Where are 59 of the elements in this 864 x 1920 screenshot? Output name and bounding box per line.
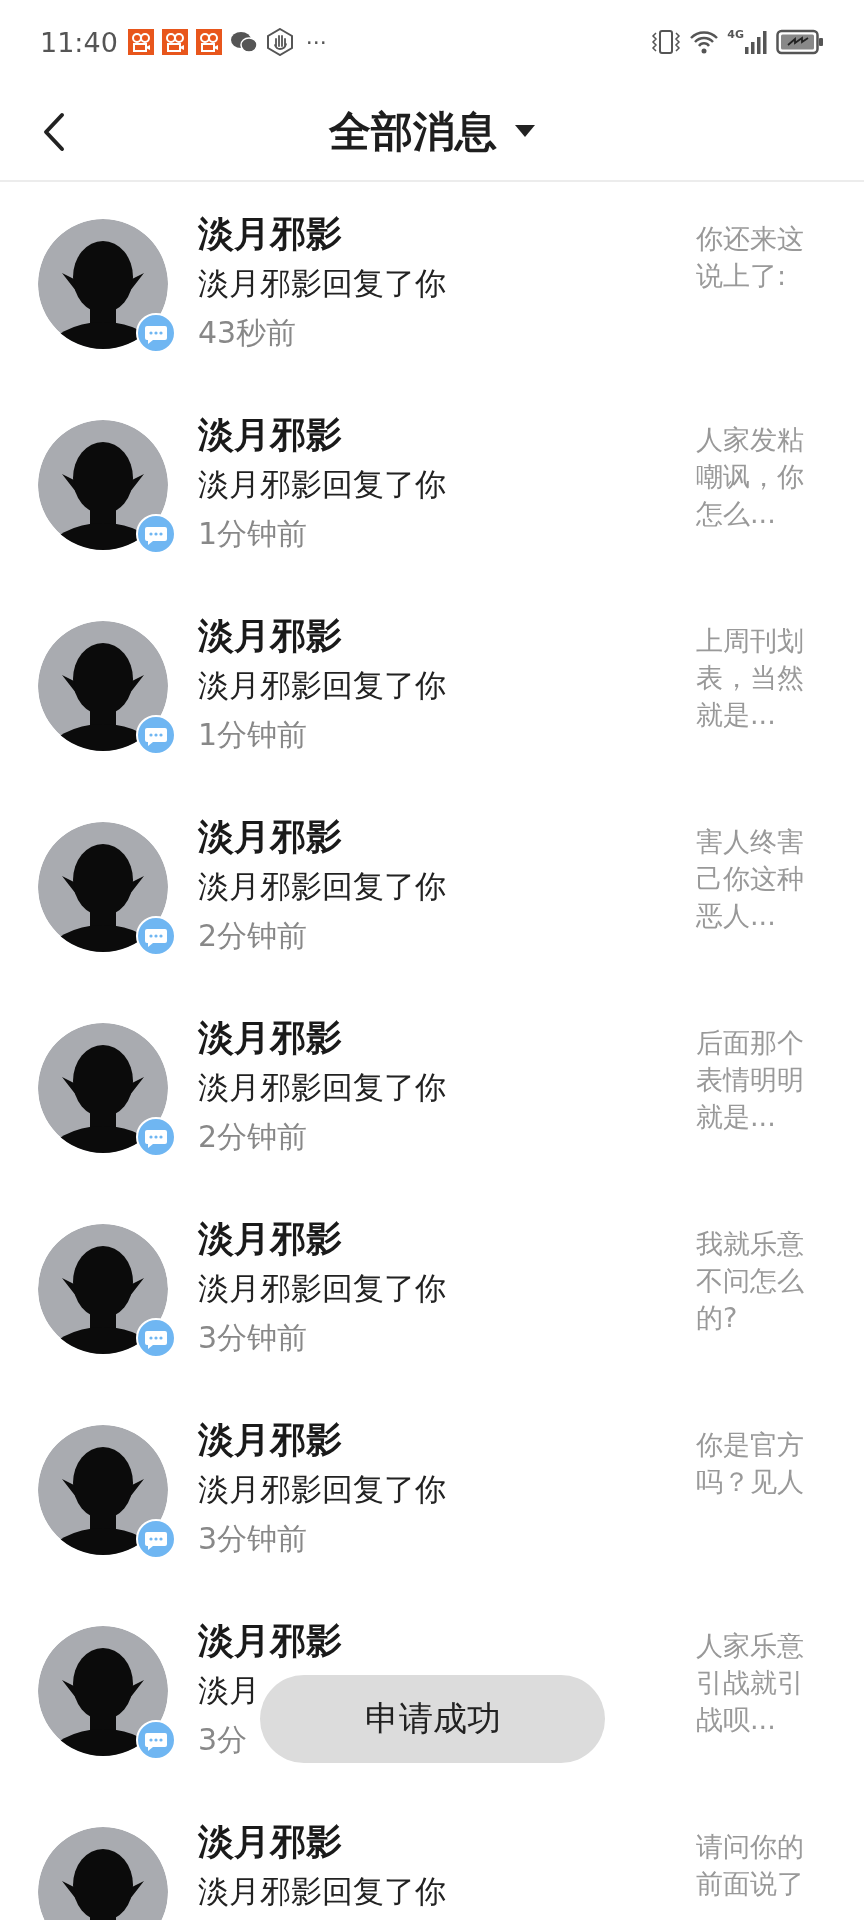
reply-notice: 淡月邪影回复了你	[198, 1269, 446, 1308]
sender-name: 淡月邪影	[198, 815, 342, 859]
message-filter-dropdown[interactable]: 全部消息	[329, 104, 535, 160]
battery-icon	[776, 29, 824, 55]
reply-notice: 淡月邪影回复了你	[198, 1068, 446, 1107]
reply-notice: 淡月	[198, 1671, 260, 1710]
status-time: 11:40	[40, 26, 118, 58]
sender-name: 淡月邪影	[198, 1820, 342, 1864]
caret-icon	[515, 125, 535, 139]
reply-notice: 淡月邪影回复了你	[198, 666, 446, 705]
message-time: 1分钟前	[198, 716, 308, 754]
message-time: 3分	[198, 1721, 248, 1759]
comment-badge-icon	[136, 1318, 176, 1358]
sender-name: 淡月邪影	[198, 1217, 342, 1261]
comment-badge-icon	[136, 1117, 176, 1157]
comment-badge-icon	[136, 514, 176, 554]
message-time: 2分钟前	[198, 1118, 308, 1156]
reply-notice: 淡月邪影回复了你	[198, 465, 446, 504]
sender-name: 淡月邪影	[198, 614, 342, 658]
message-time: 1分钟前	[198, 515, 308, 553]
reply-notice: 淡月邪影回复了你	[198, 867, 446, 906]
sender-name: 淡月邪影	[198, 1016, 342, 1060]
app-notification-icon	[161, 29, 188, 55]
more-notifications: ···	[305, 29, 327, 55]
toast-message: 申请成功	[260, 1675, 605, 1763]
hand-icon	[265, 28, 294, 56]
comment-preview: 我就乐意不问怎么的?	[696, 1227, 805, 1335]
comment-preview: 人家乐意引战就引战呗...	[696, 1629, 805, 1737]
comment-preview: 上周刊划表，当然就是...	[696, 624, 805, 732]
sender-name: 淡月邪影	[198, 212, 342, 256]
wifi-icon	[689, 29, 720, 55]
vibrate-icon	[651, 28, 682, 56]
comment-preview: 人家发粘嘲讽，你怎么...	[696, 423, 805, 531]
back-button[interactable]	[42, 112, 66, 152]
signal-icon	[744, 29, 768, 55]
message-time: 3分钟前	[198, 1520, 308, 1558]
comment-preview: 请问你的前面说了	[696, 1830, 805, 1901]
app-notification-icon	[195, 29, 222, 55]
comment-badge-icon	[136, 1519, 176, 1559]
reply-notice: 淡月邪影回复了你	[198, 1470, 446, 1509]
sender-name: 淡月邪影	[198, 413, 342, 457]
chat-bubbles-icon	[229, 29, 258, 55]
app-notification-icon	[127, 29, 154, 55]
comment-preview: 后面那个表情明明就是...	[696, 1026, 805, 1134]
comment-badge-icon	[136, 1720, 176, 1760]
comment-preview: 你是官方吗？见人	[696, 1428, 805, 1499]
message-time: 2分钟前	[198, 917, 308, 955]
sender-name: 淡月邪影	[198, 1619, 342, 1663]
comment-preview: 你还来这说上了:	[696, 222, 805, 293]
reply-notice: 淡月邪影回复了你	[198, 264, 446, 303]
sender-name: 淡月邪影	[198, 1418, 342, 1462]
comment-badge-icon	[136, 313, 176, 353]
comment-preview: 害人终害己你这种恶人...	[696, 825, 805, 933]
message-time: 3分钟前	[198, 1319, 308, 1357]
reply-notice: 淡月邪影回复了你	[198, 1872, 446, 1911]
network-type: 4G	[727, 28, 744, 41]
message-time: 43秒前	[198, 314, 297, 352]
comment-badge-icon	[136, 916, 176, 956]
comment-badge-icon	[136, 715, 176, 755]
